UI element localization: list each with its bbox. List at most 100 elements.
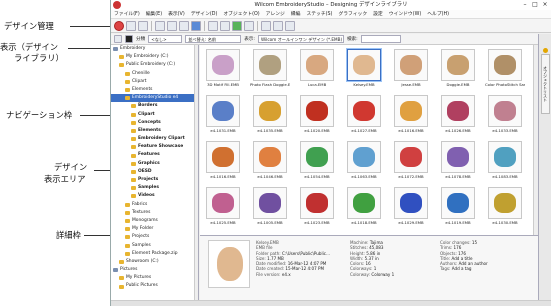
print-icon[interactable] — [208, 20, 218, 31]
nav-scrollbar[interactable] — [194, 45, 198, 300]
design-tile[interactable]: e4-1027.EMB — [344, 95, 384, 138]
menu-item[interactable]: ウインドウ(W) — [386, 10, 424, 19]
nav-tree-item[interactable]: Concepts — [111, 119, 198, 127]
nav-tree-item[interactable]: Monograms — [111, 217, 198, 225]
close-button[interactable]: × — [540, 0, 550, 10]
new-icon[interactable] — [126, 20, 136, 31]
nav-tree-item[interactable]: Chenille — [111, 70, 198, 78]
nav-tree-item[interactable]: Feature Showcase — [111, 143, 198, 151]
catalog-icon[interactable] — [261, 20, 271, 31]
nav-tree-item[interactable]: EmbroideryStudio e4 — [111, 94, 198, 103]
nav-tree-item[interactable]: My Pictures — [111, 274, 198, 282]
design-tile[interactable]: e4-1035.EMB — [250, 95, 290, 138]
design-tile[interactable]: 3D Motif Fill.EMB — [203, 49, 243, 92]
convert-icon[interactable] — [244, 20, 254, 31]
menu-item[interactable]: ステッチ(S) — [303, 10, 335, 19]
open-icon[interactable] — [138, 20, 148, 31]
nav-tree-item[interactable]: Graphics — [111, 160, 198, 168]
design-tile[interactable]: Color PhotoStitch Sample.EMB — [485, 49, 525, 92]
copy-icon[interactable] — [167, 20, 177, 31]
nav-tree-item[interactable]: Embroidery — [111, 45, 198, 53]
send-icon[interactable] — [273, 20, 283, 31]
design-tile[interactable]: e4-1033.EMB — [485, 95, 525, 138]
design-tile[interactable]: e4-1020.EMB — [297, 95, 337, 138]
nav-tree-item[interactable]: Fabrics — [111, 201, 198, 209]
menu-item[interactable]: ファイル(F) — [111, 10, 143, 19]
design-tile[interactable]: e4-1083.EMB — [485, 141, 525, 184]
nav-tree-item[interactable]: Clipart — [111, 78, 198, 86]
menu-item[interactable]: アレンジ — [263, 10, 288, 19]
menu-item[interactable]: 縁編 — [288, 10, 304, 19]
design-tile[interactable]: Kelsey.EMB — [344, 49, 384, 92]
cut-icon[interactable] — [155, 20, 165, 31]
nav-tree-item[interactable]: OESD — [111, 168, 198, 176]
folder-icon — [119, 63, 124, 68]
design-tile[interactable]: e4-1005.EMB — [250, 187, 290, 230]
export-icon[interactable] — [232, 20, 242, 31]
design-management-icon[interactable] — [114, 20, 124, 31]
save-icon[interactable] — [191, 20, 201, 31]
design-tile[interactable]: e4-1023.EMB — [297, 187, 337, 230]
nav-tree-item[interactable]: My Folder — [111, 225, 198, 233]
design-tile[interactable]: e4-1018.EMB — [344, 187, 384, 230]
annotation-design-display-line2: 表示エリア — [44, 174, 86, 184]
menu-item[interactable]: 表示(V) — [165, 10, 188, 19]
design-tile[interactable]: e4-1072.EMB — [391, 141, 431, 184]
menu-item[interactable]: グラフィック — [335, 10, 370, 19]
design-tile[interactable]: e4-1046.EMB — [250, 141, 290, 184]
nav-tree-item[interactable]: Videos — [111, 192, 198, 200]
design-tile[interactable]: Doggie.EMB — [438, 49, 478, 92]
nav-tree-item[interactable]: My Embroidery (C:) — [111, 53, 198, 61]
design-tile[interactable]: e4-1030.EMB — [485, 187, 525, 230]
menu-item[interactable]: 設定 — [370, 10, 386, 19]
design-tile[interactable]: e4-1063.EMB — [344, 141, 384, 184]
search-input[interactable] — [360, 35, 401, 43]
design-tile[interactable]: e4-1026.EMB — [438, 95, 478, 138]
nav-tree-item[interactable]: Elements — [111, 86, 198, 94]
properties-icon[interactable] — [220, 20, 230, 31]
nav-tree-item[interactable]: Element Package.zip — [111, 250, 198, 258]
menu-item[interactable]: 編集(E) — [143, 10, 165, 19]
design-tile[interactable]: Luca.EMB — [297, 49, 337, 92]
group-dropdown[interactable]: <なし> — [148, 35, 183, 43]
design-tile[interactable]: e4-1031.EMB — [203, 95, 243, 138]
menu-item[interactable]: デザイン(D) — [188, 10, 221, 19]
nav-tree-item[interactable]: Features — [111, 151, 198, 159]
maximize-button[interactable]: □ — [530, 0, 540, 10]
nav-tree-item[interactable]: Textures — [111, 209, 198, 217]
design-tile[interactable]: e4-1054.EMB — [297, 141, 337, 184]
design-tile[interactable]: e4-1016.EMB — [391, 95, 431, 138]
design-tile[interactable]: Photo Flash Doggie.EMB — [250, 49, 290, 92]
minimize-button[interactable]: – — [520, 0, 530, 10]
menu-item[interactable]: ヘルプ(H) — [424, 10, 452, 19]
nav-tree-item[interactable]: Elements — [111, 127, 198, 135]
view-library-icon[interactable] — [114, 35, 122, 43]
nav-tree-item[interactable]: Embroidery Clipart — [111, 135, 198, 143]
design-tile[interactable]: e4-1078.EMB — [438, 141, 478, 184]
design-tile[interactable]: e4-1025.EMB — [203, 187, 243, 230]
nav-tree-item[interactable]: Public Embroidery (C:) — [111, 61, 198, 69]
nav-tree-item[interactable]: Showroom (C:) — [111, 258, 198, 266]
nav-tree-item[interactable]: Clipart — [111, 111, 198, 119]
nav-tree-item[interactable]: Public Pictures — [111, 282, 198, 290]
nav-tree-item[interactable]: Samples — [111, 242, 198, 250]
menu-item[interactable]: オブジェクト(O) — [220, 10, 262, 19]
nav-tree-item[interactable]: Borders — [111, 102, 198, 110]
design-tile[interactable]: e4-1019.EMB — [438, 187, 478, 230]
design-tile[interactable]: e4-1029.EMB — [391, 187, 431, 230]
nav-tree-item[interactable]: Projects — [111, 233, 198, 241]
info-icon[interactable] — [125, 35, 133, 43]
design-tile[interactable]: e4-1016.EMB — [203, 141, 243, 184]
email-icon[interactable] — [285, 20, 295, 31]
nav-tree-label: My Pictures — [126, 275, 152, 281]
nav-tree-item[interactable]: Samples — [111, 184, 198, 192]
paste-icon[interactable] — [179, 20, 189, 31]
nav-tree-item[interactable]: Pictures — [111, 266, 198, 274]
show-dropdown[interactable]: Wilcom オールインワン デザイン (*.EMB) — [257, 35, 344, 43]
object-list-tab[interactable]: オブジェクトリスト — [541, 54, 550, 114]
pin-icon[interactable] — [543, 48, 548, 53]
window-title: Wilcom EmbroideryStudio – Designing デザイン… — [254, 2, 408, 8]
design-tile[interactable]: Jesse.EMB — [391, 49, 431, 92]
nav-tree-item[interactable]: Projects — [111, 176, 198, 184]
sort-dropdown[interactable]: 並べ替え: 名前 — [185, 35, 242, 43]
